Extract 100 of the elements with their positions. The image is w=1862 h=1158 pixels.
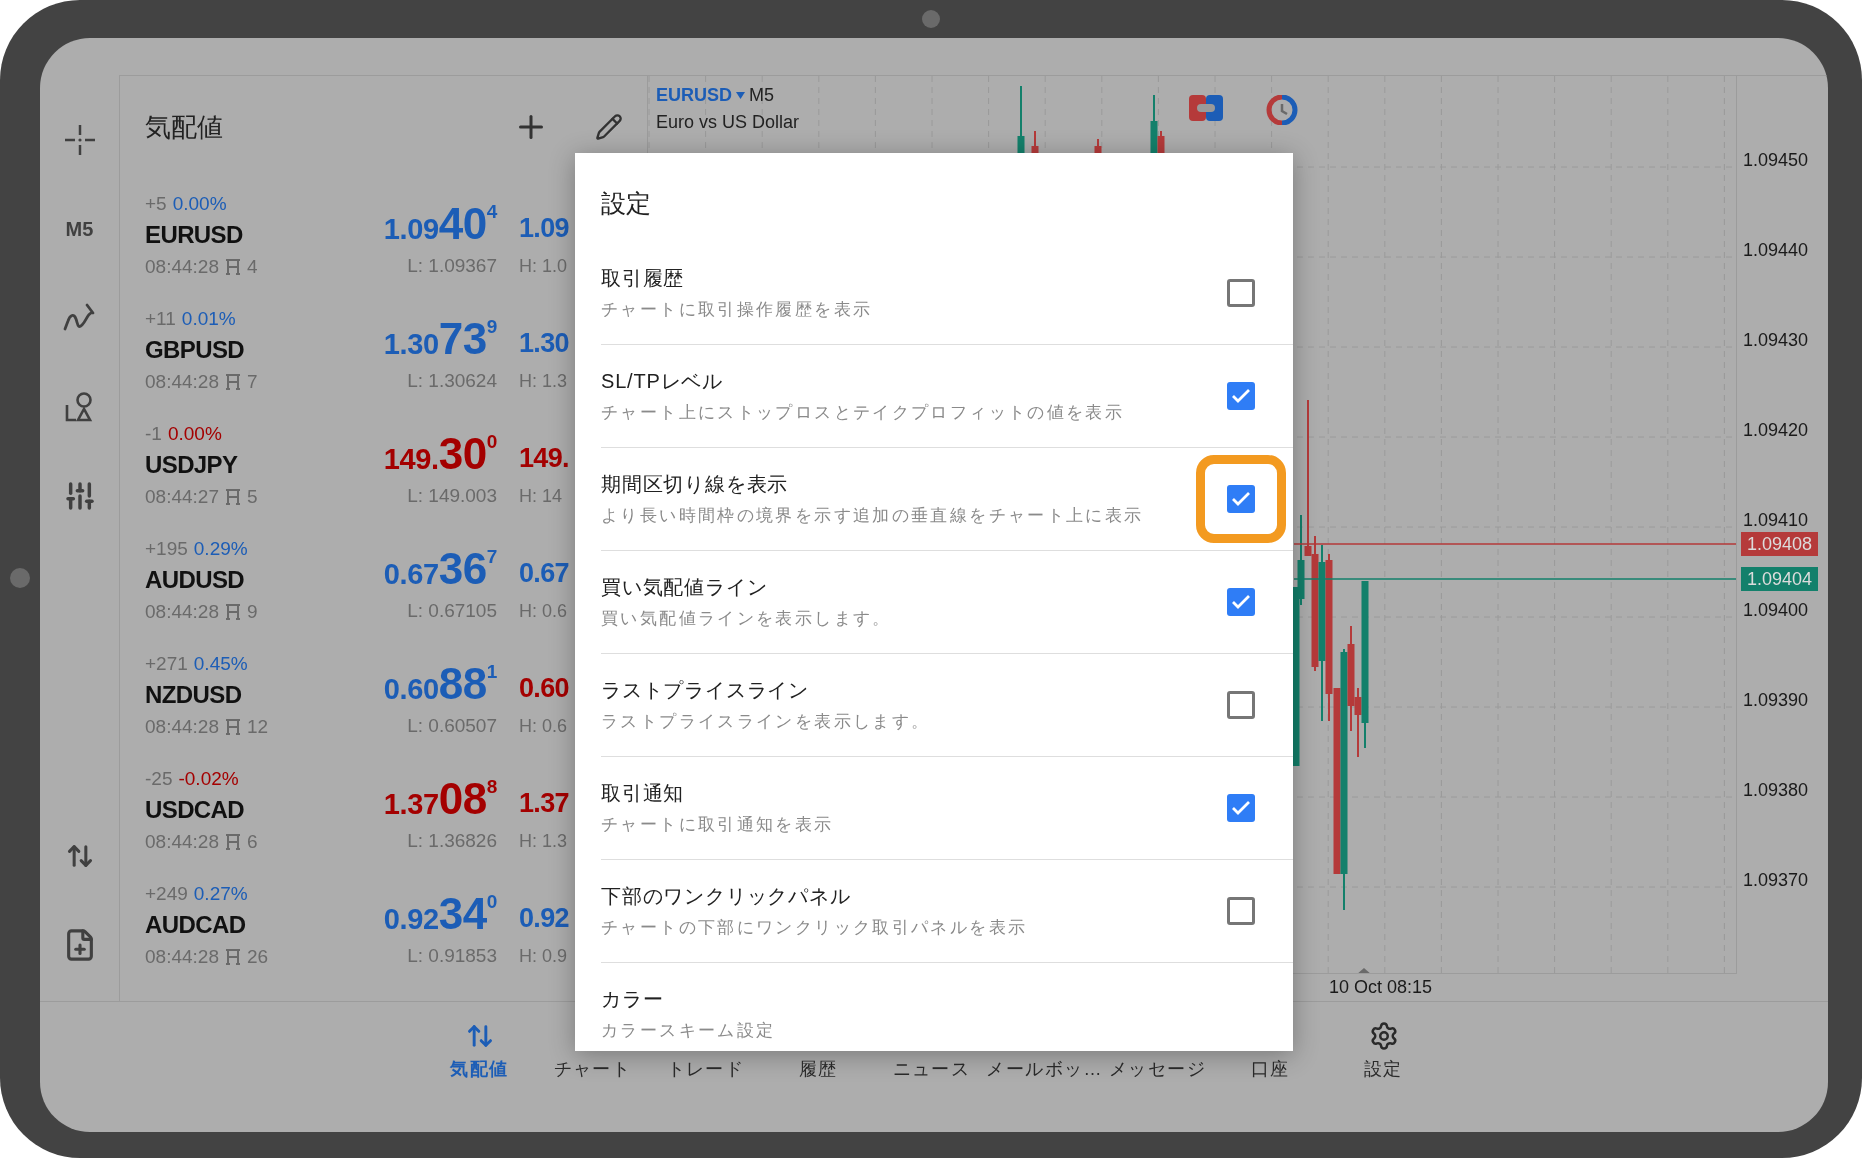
checkbox[interactable] <box>1227 691 1255 719</box>
price-axis-label: 1.09440 <box>1743 241 1809 259</box>
checkbox[interactable] <box>1227 794 1255 822</box>
change-percent: 0.00% <box>172 191 227 216</box>
nav-label: 設定 <box>1364 1058 1403 1081</box>
dropdown-caret-icon[interactable] <box>736 92 745 99</box>
quotes-icon <box>465 1022 494 1050</box>
check-icon <box>1231 388 1251 404</box>
check-icon <box>1231 800 1251 816</box>
time-axis-label: 10 Oct 08:15 <box>1329 976 1433 999</box>
checkbox[interactable] <box>1227 382 1255 410</box>
low-price: L: 1.09367 <box>407 253 497 278</box>
nav-label: ニュース <box>892 1058 971 1081</box>
low-price: L: 0.91853 <box>407 943 497 968</box>
chart-description: Euro vs US Dollar <box>656 111 800 134</box>
price-axis-label: 1.09420 <box>1743 421 1809 439</box>
spread-value: 26 <box>246 944 269 969</box>
nav-tab[interactable]: 設定 <box>1327 1002 1440 1132</box>
change-points: -25 <box>145 766 173 791</box>
setting-description: カラースキーム設定 <box>601 1020 777 1043</box>
one-click-trading-icon[interactable] <box>1189 95 1223 121</box>
setting-description: 買い気配値ラインを表示します。 <box>601 608 893 631</box>
spread-icon <box>224 373 241 391</box>
dialog-title: 設定 <box>601 189 651 217</box>
price-axis-label: 1.09400 <box>1743 601 1809 619</box>
setting-title: 下部のワンクリックパネル <box>601 884 852 910</box>
price-axis-label: 1.09390 <box>1743 691 1809 709</box>
spread-value: 6 <box>246 829 258 854</box>
spread-icon <box>224 948 241 966</box>
high-price: H: 0.6 <box>519 599 568 623</box>
spread-icon <box>224 258 241 276</box>
quote-time: 08:44:28 <box>145 829 219 854</box>
spread-value: 12 <box>246 714 269 739</box>
price-tag: 1.09408 <box>1741 532 1819 556</box>
price-axis-label: 1.09430 <box>1743 331 1809 349</box>
setting-description: チャートに取引操作履歴を表示 <box>601 298 874 321</box>
time-marker-icon <box>1356 968 1372 973</box>
setting-title: SL/TPレベル <box>601 369 724 395</box>
spread-value: 5 <box>246 484 258 509</box>
symbol-name: EURUSD <box>145 220 243 250</box>
symbol-name: USDJPY <box>145 450 238 480</box>
symbol-name: GBPUSD <box>145 335 245 365</box>
chart-timeframe: M5 <box>749 84 775 107</box>
edit-icon[interactable] <box>595 113 623 141</box>
price-axis-label: 1.09450 <box>1743 151 1809 169</box>
setting-title: 買い気配値ライン <box>601 575 769 601</box>
setting-description: ラストプライスラインを表示します。 <box>601 711 932 734</box>
change-percent: 0.27% <box>193 881 248 906</box>
nav-label: 口座 <box>1251 1058 1290 1081</box>
high-price: H: 1.0 <box>519 254 568 278</box>
clock-ring-icon[interactable] <box>1265 95 1299 125</box>
crosshair-icon[interactable] <box>62 122 97 157</box>
check-icon <box>1231 594 1251 610</box>
change-percent: 0.00% <box>167 421 222 446</box>
setting-title: カラー <box>601 987 665 1013</box>
ask-price: 1.30 <box>519 330 569 360</box>
spread-value: 4 <box>246 254 258 279</box>
high-price: H: 14 <box>519 484 563 508</box>
ask-price: 0.92 <box>519 905 569 935</box>
checkbox[interactable] <box>1227 588 1255 616</box>
check-icon <box>1231 491 1251 507</box>
setting-description: より長い時間枠の境界を示す追加の垂直線をチャート上に表示 <box>601 505 1145 528</box>
change-percent: 0.29% <box>193 536 248 561</box>
spread-value: 9 <box>246 599 258 624</box>
change-percent: 0.45% <box>193 651 248 676</box>
setting-description: チャートの下部にワンクリック取引パネルを表示 <box>601 917 1029 940</box>
low-price: L: 1.36826 <box>407 828 497 853</box>
checkbox[interactable] <box>1227 897 1255 925</box>
change-points: -1 <box>145 421 162 446</box>
spread-icon <box>224 603 241 621</box>
candlestick <box>1017 85 1025 155</box>
setting-title: 期間区切り線を表示 <box>601 472 790 498</box>
symbol-name: AUDUSD <box>145 565 245 595</box>
nav-label: メッセージ <box>1108 1058 1207 1081</box>
setting-title: 取引履歴 <box>601 265 686 291</box>
quote-time: 08:44:28 <box>145 714 219 739</box>
setting-description: チャート上にストップロスとテイクプロフィットの値を表示 <box>601 402 1126 425</box>
setting-title: ラストプライスライン <box>601 678 810 704</box>
ask-price: 149. <box>519 445 569 475</box>
nav-label: 気配値 <box>450 1058 509 1081</box>
change-percent: 0.01% <box>181 306 236 331</box>
high-price: H: 0.9 <box>519 944 568 968</box>
change-points: +271 <box>145 651 188 676</box>
checkbox[interactable] <box>1227 278 1255 307</box>
ask-price: 1.37 <box>519 790 569 820</box>
change-percent: -0.02% <box>178 766 239 791</box>
low-price: L: 149.003 <box>407 483 497 508</box>
low-price: L: 0.67105 <box>407 598 497 623</box>
indicator-icon[interactable] <box>62 302 97 333</box>
low-price: L: 1.30624 <box>407 368 497 393</box>
sliders-icon[interactable] <box>63 479 96 512</box>
change-points: +249 <box>145 881 188 906</box>
setting-title: 取引通知 <box>601 781 686 807</box>
panel-title: 気配値 <box>145 110 224 144</box>
change-points: +5 <box>145 191 167 216</box>
checkbox[interactable] <box>1227 485 1255 513</box>
settings-icon <box>1368 1021 1399 1051</box>
change-points: +11 <box>145 306 176 331</box>
timeframe-button[interactable]: M5 <box>65 213 94 244</box>
high-price: H: 0.6 <box>519 714 568 738</box>
